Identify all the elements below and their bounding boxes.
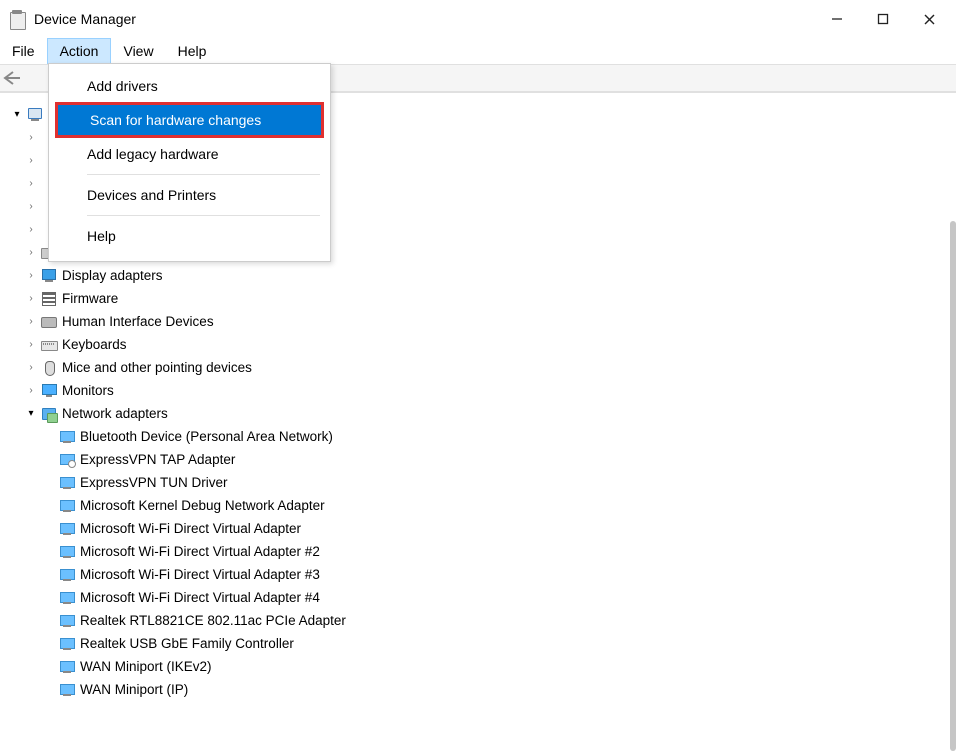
tree-category-label: Keyboards [62, 337, 127, 352]
network-adapter-icon [58, 636, 76, 652]
action-menu-dropdown: Add driversScan for hardware changesAdd … [48, 63, 331, 262]
firmware-icon [40, 291, 58, 307]
network-adapter-icon [58, 452, 76, 468]
window-controls [814, 0, 952, 38]
menu-item-devices-and-printers[interactable]: Devices and Printers [49, 179, 330, 211]
chevron-right-icon[interactable]: › [24, 339, 38, 350]
app-icon [8, 8, 26, 30]
tree-device-label: Microsoft Wi-Fi Direct Virtual Adapter #… [80, 567, 320, 582]
menu-separator [87, 215, 320, 216]
menu-bar: File Action View Help [0, 38, 956, 64]
tree-category[interactable]: › Human Interface Devices [10, 310, 956, 333]
tree-device-item[interactable]: Bluetooth Device (Personal Area Network) [10, 425, 956, 448]
tree-device-item[interactable]: Microsoft Wi-Fi Direct Virtual Adapter #… [10, 586, 956, 609]
tree-category[interactable]: › Monitors [10, 379, 956, 402]
menu-item-scan-for-hardware-changes[interactable]: Scan for hardware changes [55, 102, 324, 138]
scrollbar[interactable] [950, 221, 956, 751]
tree-category[interactable]: › Keyboards [10, 333, 956, 356]
chevron-right-icon[interactable]: › [24, 362, 38, 373]
menu-help[interactable]: Help [166, 38, 219, 64]
tree-device-label: ExpressVPN TAP Adapter [80, 452, 235, 467]
chevron-down-icon[interactable]: ▾ [10, 109, 24, 120]
tree-device-item[interactable]: ExpressVPN TUN Driver [10, 471, 956, 494]
tree-device-item[interactable]: ExpressVPN TAP Adapter [10, 448, 956, 471]
chevron-right-icon[interactable]: › [24, 385, 38, 396]
menu-action[interactable]: Action [47, 38, 112, 64]
title-bar: Device Manager [0, 0, 956, 38]
tree-device-item[interactable]: Microsoft Wi-Fi Direct Virtual Adapter #… [10, 563, 956, 586]
tree-device-item[interactable]: WAN Miniport (IP) [10, 678, 956, 701]
tree-device-item[interactable]: Microsoft Kernel Debug Network Adapter [10, 494, 956, 517]
menu-item-help[interactable]: Help [49, 220, 330, 252]
computer-icon [26, 107, 44, 123]
back-icon[interactable] [0, 68, 24, 88]
menu-separator [87, 174, 320, 175]
network-adapter-icon [58, 659, 76, 675]
network-adapter-icon [58, 613, 76, 629]
chevron-right-icon[interactable]: › [24, 201, 38, 212]
network-adapter-icon [58, 521, 76, 537]
menu-view[interactable]: View [111, 38, 165, 64]
tree-category-label: Display adapters [62, 268, 163, 283]
network-adapter-icon [58, 475, 76, 491]
tree-category-label: Human Interface Devices [62, 314, 214, 329]
close-button[interactable] [906, 0, 952, 38]
tree-category-network[interactable]: ▾ Network adapters [10, 402, 956, 425]
menu-item-add-drivers[interactable]: Add drivers [49, 70, 330, 102]
window-title: Device Manager [34, 11, 136, 27]
tree-device-label: Microsoft Wi-Fi Direct Virtual Adapter [80, 521, 301, 536]
minimize-button[interactable] [814, 0, 860, 38]
chevron-right-icon[interactable]: › [24, 224, 38, 235]
network-adapter-icon [58, 567, 76, 583]
tree-device-label: Microsoft Wi-Fi Direct Virtual Adapter #… [80, 544, 320, 559]
tree-category-label: Network adapters [62, 406, 168, 421]
tree-device-item[interactable]: Realtek RTL8821CE 802.11ac PCIe Adapter [10, 609, 956, 632]
monitor-icon [40, 383, 58, 399]
keyboard-icon [40, 337, 58, 353]
chevron-down-icon[interactable]: ▾ [24, 408, 38, 419]
tree-device-label: Bluetooth Device (Personal Area Network) [80, 429, 333, 444]
tree-category-label: Monitors [62, 383, 114, 398]
tree-category[interactable]: › Mice and other pointing devices [10, 356, 956, 379]
network-adapter-icon [58, 429, 76, 445]
tree-device-label: Realtek USB GbE Family Controller [80, 636, 294, 651]
hid-icon [40, 314, 58, 330]
network-adapter-icon [58, 544, 76, 560]
chevron-right-icon[interactable]: › [24, 247, 38, 258]
chevron-right-icon[interactable]: › [24, 132, 38, 143]
menu-file[interactable]: File [0, 38, 47, 64]
chevron-right-icon[interactable]: › [24, 155, 38, 166]
tree-category[interactable]: › Firmware [10, 287, 956, 310]
tree-device-item[interactable]: WAN Miniport (IKEv2) [10, 655, 956, 678]
tree-device-label: WAN Miniport (IP) [80, 682, 188, 697]
chevron-right-icon[interactable]: › [24, 293, 38, 304]
tree-device-label: Microsoft Wi-Fi Direct Virtual Adapter #… [80, 590, 320, 605]
menu-item-add-legacy-hardware[interactable]: Add legacy hardware [49, 138, 330, 170]
chevron-right-icon[interactable]: › [24, 270, 38, 281]
tree-device-label: Microsoft Kernel Debug Network Adapter [80, 498, 325, 513]
tree-device-label: WAN Miniport (IKEv2) [80, 659, 212, 674]
network-adapter-icon [58, 682, 76, 698]
maximize-button[interactable] [860, 0, 906, 38]
tree-category[interactable]: › Display adapters [10, 264, 956, 287]
tree-device-item[interactable]: Microsoft Wi-Fi Direct Virtual Adapter #… [10, 540, 956, 563]
tree-category-label: Mice and other pointing devices [62, 360, 252, 375]
tree-device-item[interactable]: Realtek USB GbE Family Controller [10, 632, 956, 655]
network-adapter-icon [58, 590, 76, 606]
mouse-icon [40, 360, 58, 376]
tree-device-item[interactable]: Microsoft Wi-Fi Direct Virtual Adapter [10, 517, 956, 540]
tree-category-label: Firmware [62, 291, 118, 306]
chevron-right-icon[interactable]: › [24, 316, 38, 327]
display-icon [40, 268, 58, 284]
chevron-right-icon[interactable]: › [24, 178, 38, 189]
tree-device-label: Realtek RTL8821CE 802.11ac PCIe Adapter [80, 613, 346, 628]
tree-device-label: ExpressVPN TUN Driver [80, 475, 228, 490]
network-icon [40, 406, 58, 422]
network-adapter-icon [58, 498, 76, 514]
